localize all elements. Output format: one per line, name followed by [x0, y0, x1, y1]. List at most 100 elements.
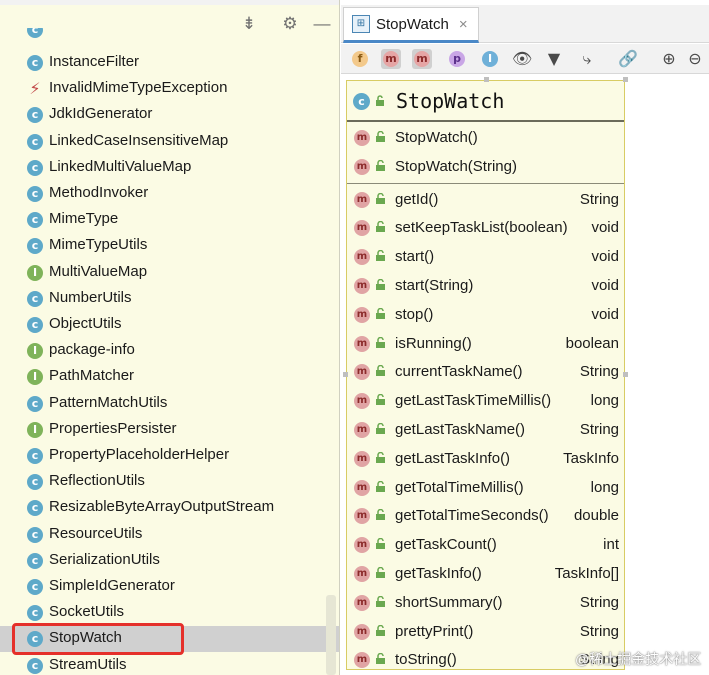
public-lock-icon	[376, 307, 385, 319]
public-lock-icon	[376, 653, 385, 665]
uml-member-row[interactable]: m setKeepTaskList(boolean) void	[347, 214, 624, 242]
tree-item-label: MimeType	[49, 210, 119, 228]
tree-item-instancefilter[interactable]: c InstanceFilter	[0, 50, 339, 76]
member-name: prettyPrint()	[395, 622, 474, 640]
member-return-type: TaskInfo	[563, 449, 619, 467]
tree-item-methodinvoker[interactable]: c MethodInvoker	[0, 181, 339, 207]
uml-member-row[interactable]: m shortSummary() String	[347, 589, 624, 617]
diagram-toolbar: f m m p I 👁 ▼ ⤷ 🔗 ⊕ ⊖	[341, 44, 709, 74]
uml-member-row[interactable]: m currentTaskName() String	[347, 358, 624, 386]
class-icon: c	[27, 133, 43, 150]
resize-handle[interactable]	[484, 77, 489, 82]
tree-item-pathmatcher[interactable]: I PathMatcher	[0, 364, 339, 390]
tree-item-label: package-info	[49, 341, 135, 359]
member-name: getTaskCount()	[395, 536, 497, 554]
tree-item-label: SimpleIdGenerator	[49, 577, 175, 594]
tree-item-propertyplaceholderhelper[interactable]: c PropertyPlaceholderHelper	[0, 443, 339, 469]
uml-member-row[interactable]: m getLastTaskName() String	[347, 416, 624, 444]
member-return-type: String	[579, 622, 619, 640]
resize-handle[interactable]	[623, 77, 628, 82]
uml-member-row[interactable]: m start(String) void	[347, 272, 624, 300]
editor-tab-bar: ⊞ StopWatch ×	[341, 5, 709, 43]
class-icon: c	[353, 93, 370, 110]
constructors-toggle-icon[interactable]: m	[381, 49, 401, 69]
method-icon: m	[354, 594, 370, 611]
public-lock-icon	[376, 159, 385, 171]
uml-member-row[interactable]: m stop() void	[347, 301, 624, 329]
resize-handle[interactable]	[343, 372, 348, 377]
tree-item-label: InstanceFilter	[49, 53, 140, 70]
uml-member-row[interactable]: m StopWatch(String)	[347, 153, 624, 181]
tree-item-propertiespersister[interactable]: I PropertiesPersister	[0, 417, 339, 443]
uml-member-row[interactable]: m getTaskInfo() TaskInfo[]	[347, 560, 624, 588]
tree-item-mimetype[interactable]: c MimeType	[0, 207, 339, 233]
tree-item-streamutils[interactable]: c StreamUtils	[0, 653, 339, 675]
uml-member-row[interactable]: m getLastTaskTimeMillis() long	[347, 387, 624, 415]
uml-member-row[interactable]: m getId() String	[347, 186, 624, 214]
member-return-type: void	[591, 305, 619, 323]
tree-item-objectutils[interactable]: c ObjectUtils	[0, 312, 339, 338]
fields-toggle-icon[interactable]: f	[350, 49, 370, 69]
properties-toggle-icon[interactable]: p	[447, 49, 467, 69]
member-name: getId()	[395, 190, 439, 208]
tree-item-label: PatternMatchUtils	[49, 393, 168, 411]
public-lock-icon	[376, 480, 385, 492]
uml-member-row[interactable]: m getTaskCount() int	[347, 531, 624, 559]
close-icon[interactable]: ×	[459, 16, 468, 33]
method-icon: m	[354, 450, 370, 467]
member-name: shortSummary()	[395, 593, 503, 611]
edge-routing-icon[interactable]: ⤷	[577, 49, 597, 69]
tree-item-package-info[interactable]: Ipackage-info	[0, 338, 339, 364]
uml-member-row[interactable]: m prettyPrint() String	[347, 618, 624, 646]
tree-item-label: MultiValueMap	[49, 262, 148, 280]
methods-toggle-icon[interactable]: m	[412, 49, 432, 69]
tab-stopwatch[interactable]: ⊞ StopWatch ×	[343, 7, 479, 43]
tree-item-multivaluemap[interactable]: I MultiValueMap	[0, 260, 339, 286]
class-icon: c	[27, 238, 43, 255]
member-return-type: String	[579, 190, 619, 208]
tree-item-numberutils[interactable]: c NumberUtils	[0, 286, 339, 312]
filter-icon[interactable]: ▼	[544, 49, 564, 69]
class-icon: c	[27, 552, 43, 569]
method-icon: m	[354, 278, 370, 294]
class-icon: c	[27, 107, 43, 124]
selection-highlight	[12, 623, 184, 655]
tree-item-resizablebytearrayoutputstream[interactable]: c ResizableByteArrayOutputStream	[0, 495, 339, 521]
tree-item-jdkidgenerator[interactable]: c JdkIdGenerator	[0, 102, 339, 128]
tree-scrollbar[interactable]	[326, 595, 336, 675]
uml-member-row[interactable]: m getTotalTimeSeconds() double	[347, 502, 624, 530]
class-icon: c	[27, 448, 43, 464]
inner-classes-glyph: I	[482, 51, 498, 67]
method-icon: m	[354, 623, 370, 640]
uml-member-row[interactable]: m StopWatch()	[347, 124, 624, 152]
uml-class-box[interactable]: c StopWatch m StopWatch() m StopWatch(Strin…	[346, 80, 625, 670]
tree-item-reflectionutils[interactable]: c ReflectionUtils	[0, 469, 339, 495]
zoom-in-icon[interactable]: ⊕	[659, 49, 679, 69]
tree-item-linkedcaseinsensitivemap[interactable]: c LinkedCaseInsensitiveMap	[0, 129, 339, 155]
tree-item-serializationutils[interactable]: c SerializationUtils	[0, 548, 339, 574]
diagram-icon: ⊞	[352, 15, 370, 33]
tree-item-label: PathMatcher	[49, 367, 135, 385]
uml-member-row[interactable]: m isRunning() boolean	[347, 330, 624, 358]
tree-item-simpleidgenerator[interactable]: c SimpleIdGenerator	[0, 574, 339, 600]
resize-handle[interactable]	[623, 372, 628, 377]
tree-item-patternmatchutils[interactable]: c PatternMatchUtils	[0, 391, 339, 417]
inner-classes-toggle-icon[interactable]: I	[480, 49, 500, 69]
uml-member-row[interactable]: m getTotalTimeMillis() long	[347, 474, 624, 502]
tree-item-label: SerializationUtils	[49, 550, 160, 568]
uml-member-row[interactable]: m getLastTaskInfo() TaskInfo	[347, 445, 624, 473]
member-return-type: String	[579, 593, 619, 611]
tree-item-mimetypeutils[interactable]: c MimeTypeUtils	[0, 233, 339, 259]
uml-member-row[interactable]: m start() void	[347, 243, 624, 271]
member-name: getTotalTimeMillis()	[395, 478, 524, 496]
tree-item-label: NumberUtils	[49, 288, 132, 306]
method-icon: m	[354, 537, 370, 554]
tree-item-linkedmultivaluemap[interactable]: c LinkedMultiValueMap	[0, 155, 339, 181]
link-icon[interactable]: 🔗	[618, 49, 638, 69]
zoom-out-icon[interactable]: ⊖	[685, 49, 705, 69]
tree-item-label: InvalidMimeTypeException	[49, 79, 228, 97]
member-name: toString()	[395, 651, 457, 669]
tree-item-invalidmimetypeexception[interactable]: ⚡ InvalidMimeTypeException	[0, 76, 339, 102]
visibility-eye-icon[interactable]: 👁	[512, 49, 532, 69]
tree-item-resourceutils[interactable]: c ResourceUtils	[0, 522, 339, 548]
